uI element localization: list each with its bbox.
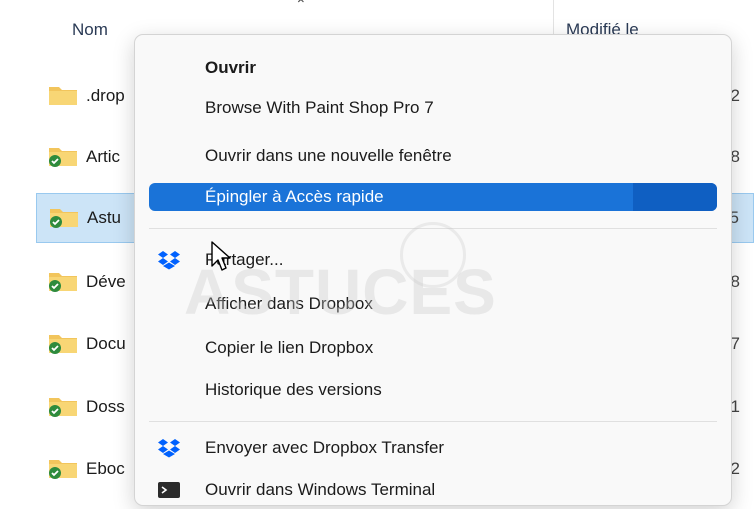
synced-folder-icon (49, 398, 77, 417)
menu-item-pin-quick-access[interactable]: Épingler à Accès rapide (135, 178, 731, 216)
menu-item-show-dropbox[interactable]: Afficher dans Dropbox (135, 285, 731, 323)
menu-separator (149, 421, 717, 422)
menu-item-browse-paint-shop[interactable]: Browse With Paint Shop Pro 7 (135, 89, 731, 127)
menu-item-open-terminal[interactable]: Ouvrir dans Windows Terminal (135, 471, 731, 509)
terminal-icon (158, 482, 180, 498)
sort-chevron-icon[interactable]: ⌃ (295, 0, 307, 13)
menu-item-label: Envoyer avec Dropbox Transfer (205, 438, 445, 457)
menu-item-label: Ouvrir (205, 58, 257, 77)
menu-item-label: Copier le lien Dropbox (205, 338, 374, 357)
synced-folder-icon (50, 209, 78, 228)
synced-folder-icon (49, 273, 77, 292)
mouse-cursor-icon (211, 241, 231, 271)
synced-folder-icon (49, 460, 77, 479)
menu-item-open[interactable]: Ouvrir (135, 49, 731, 87)
menu-item-dropbox-transfer[interactable]: Envoyer avec Dropbox Transfer (135, 429, 731, 467)
file-name: .drop (86, 86, 125, 105)
menu-item-label: Afficher dans Dropbox (205, 294, 373, 313)
file-name: Docu (86, 334, 126, 353)
column-header-name[interactable]: Nom (72, 20, 108, 40)
synced-folder-icon (49, 335, 77, 354)
menu-item-label: Browse With Paint Shop Pro 7 (205, 98, 434, 117)
folder-icon (49, 87, 77, 105)
file-name: Eboc (86, 459, 125, 478)
menu-item-label: Épingler à Accès rapide (205, 187, 384, 206)
menu-item-open-new-window[interactable]: Ouvrir dans une nouvelle fenêtre (135, 137, 731, 175)
file-name: Artic (86, 147, 120, 166)
file-name: Doss (86, 397, 125, 416)
menu-item-version-history[interactable]: Historique des versions (135, 371, 731, 409)
menu-separator (149, 228, 717, 229)
menu-item-label: Ouvrir dans une nouvelle fenêtre (205, 146, 452, 165)
dropbox-icon (158, 251, 180, 270)
file-name: Déve (86, 272, 126, 291)
dropbox-icon (158, 439, 180, 458)
menu-item-label: Ouvrir dans Windows Terminal (205, 480, 436, 499)
synced-folder-icon (49, 148, 77, 167)
file-name: Astu (87, 208, 122, 227)
menu-item-copy-dropbox-link[interactable]: Copier le lien Dropbox (135, 329, 731, 367)
menu-item-highlight-edge (633, 183, 717, 211)
menu-item-label: Historique des versions (205, 380, 382, 399)
